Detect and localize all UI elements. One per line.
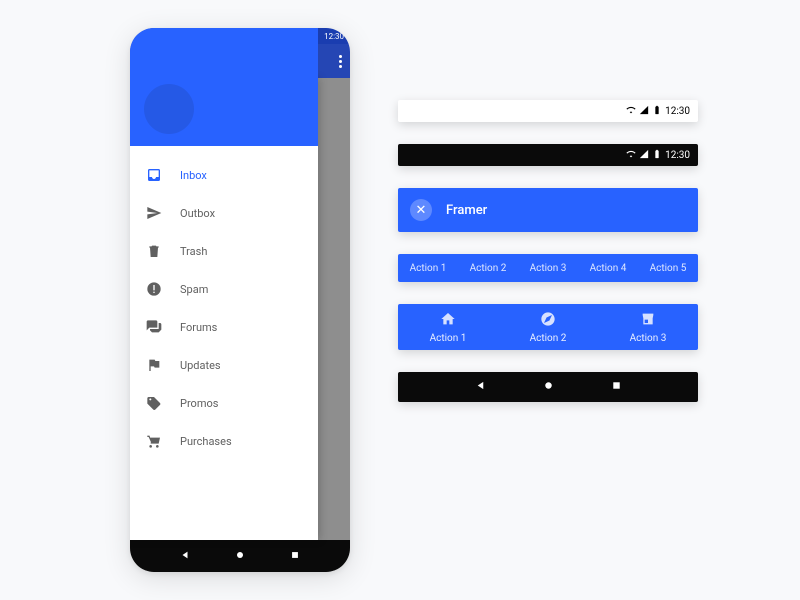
status-time: 12:30 [324,32,344,41]
appbar-title: Framer [446,203,487,218]
nav-back-icon[interactable] [180,550,190,563]
battery-icon [652,105,662,118]
bottomnav-label: Action 3 [630,333,667,344]
account-email: george@gmail.com [142,154,229,165]
drawer-item-label: Trash [180,245,207,258]
forums-icon [146,319,162,335]
cart-icon [146,433,162,449]
drawer-item-updates[interactable]: Updates [130,346,318,384]
drawer-item-trash[interactable]: Trash [130,232,318,270]
phone-mockup: 12:30 george@gmail.com ▼ [130,28,350,572]
drawer-item-label: Outbox [180,207,215,220]
drawer-list: Inbox Outbox Trash [130,146,318,540]
statusbar-light: 12:30 [398,100,698,122]
bottomnav-item-3[interactable]: Action 3 [598,304,698,350]
drawer-item-purchases[interactable]: Purchases [130,422,318,460]
send-icon [146,205,162,221]
chevron-down-icon: ▼ [298,155,306,164]
drawer-header: george@gmail.com ▼ [130,28,318,146]
tab-action-4[interactable]: Action 4 [578,263,638,274]
overflow-menu-icon[interactable] [339,55,342,68]
drawer-item-label: Inbox [180,169,207,182]
trash-icon [146,243,162,259]
battery-icon [652,149,662,162]
wifi-icon [626,149,636,162]
drawer-item-promos[interactable]: Promos [130,384,318,422]
bottomnav-label: Action 2 [530,333,567,344]
flag-icon [146,357,162,373]
explore-icon [540,311,556,330]
signal-icon [639,149,649,162]
inbox-icon [146,167,162,183]
drawer-item-label: Purchases [180,435,232,448]
spam-icon [146,281,162,297]
tab-action-1[interactable]: Action 1 [398,263,458,274]
tag-icon [146,395,162,411]
bottom-nav: Action 1 Action 2 Action 3 [398,304,698,350]
nav-recent-icon[interactable] [611,380,622,395]
drawer-item-label: Spam [180,283,208,296]
bottomnav-item-1[interactable]: Action 1 [398,304,498,350]
bottomnav-label: Action 1 [430,333,467,344]
system-navbar [130,540,350,572]
nav-home-icon[interactable] [542,379,555,396]
account-row[interactable]: george@gmail.com ▼ [130,154,318,165]
drawer-item-spam[interactable]: Spam [130,270,318,308]
nav-drawer: george@gmail.com ▼ Inbox [130,78,318,540]
tab-action-2[interactable]: Action 2 [458,263,518,274]
phone-body: george@gmail.com ▼ Inbox [130,78,350,540]
wifi-icon [626,105,636,118]
status-time: 12:30 [665,106,690,117]
bottomnav-item-2[interactable]: Action 2 [498,304,598,350]
tab-action-5[interactable]: Action 5 [638,263,698,274]
appbar: ✕ Framer [398,188,698,232]
status-time: 12:30 [665,150,690,161]
tabs: Action 1 Action 2 Action 3 Action 4 Acti… [398,254,698,282]
avatar[interactable] [144,84,194,134]
statusbar-dark: 12:30 [398,144,698,166]
store-icon [640,311,656,330]
nav-back-icon[interactable] [475,380,486,395]
drawer-item-label: Promos [180,397,218,410]
signal-icon [639,105,649,118]
close-button[interactable]: ✕ [410,199,432,221]
nav-recent-icon[interactable] [290,550,300,563]
drawer-item-forums[interactable]: Forums [130,308,318,346]
drawer-item-label: Forums [180,321,217,334]
drawer-item-outbox[interactable]: Outbox [130,194,318,232]
nav-home-icon[interactable] [234,549,246,564]
system-navbar-component [398,372,698,402]
drawer-item-label: Updates [180,359,221,372]
close-icon: ✕ [416,203,427,218]
tab-action-3[interactable]: Action 3 [518,263,578,274]
home-icon [440,311,456,330]
